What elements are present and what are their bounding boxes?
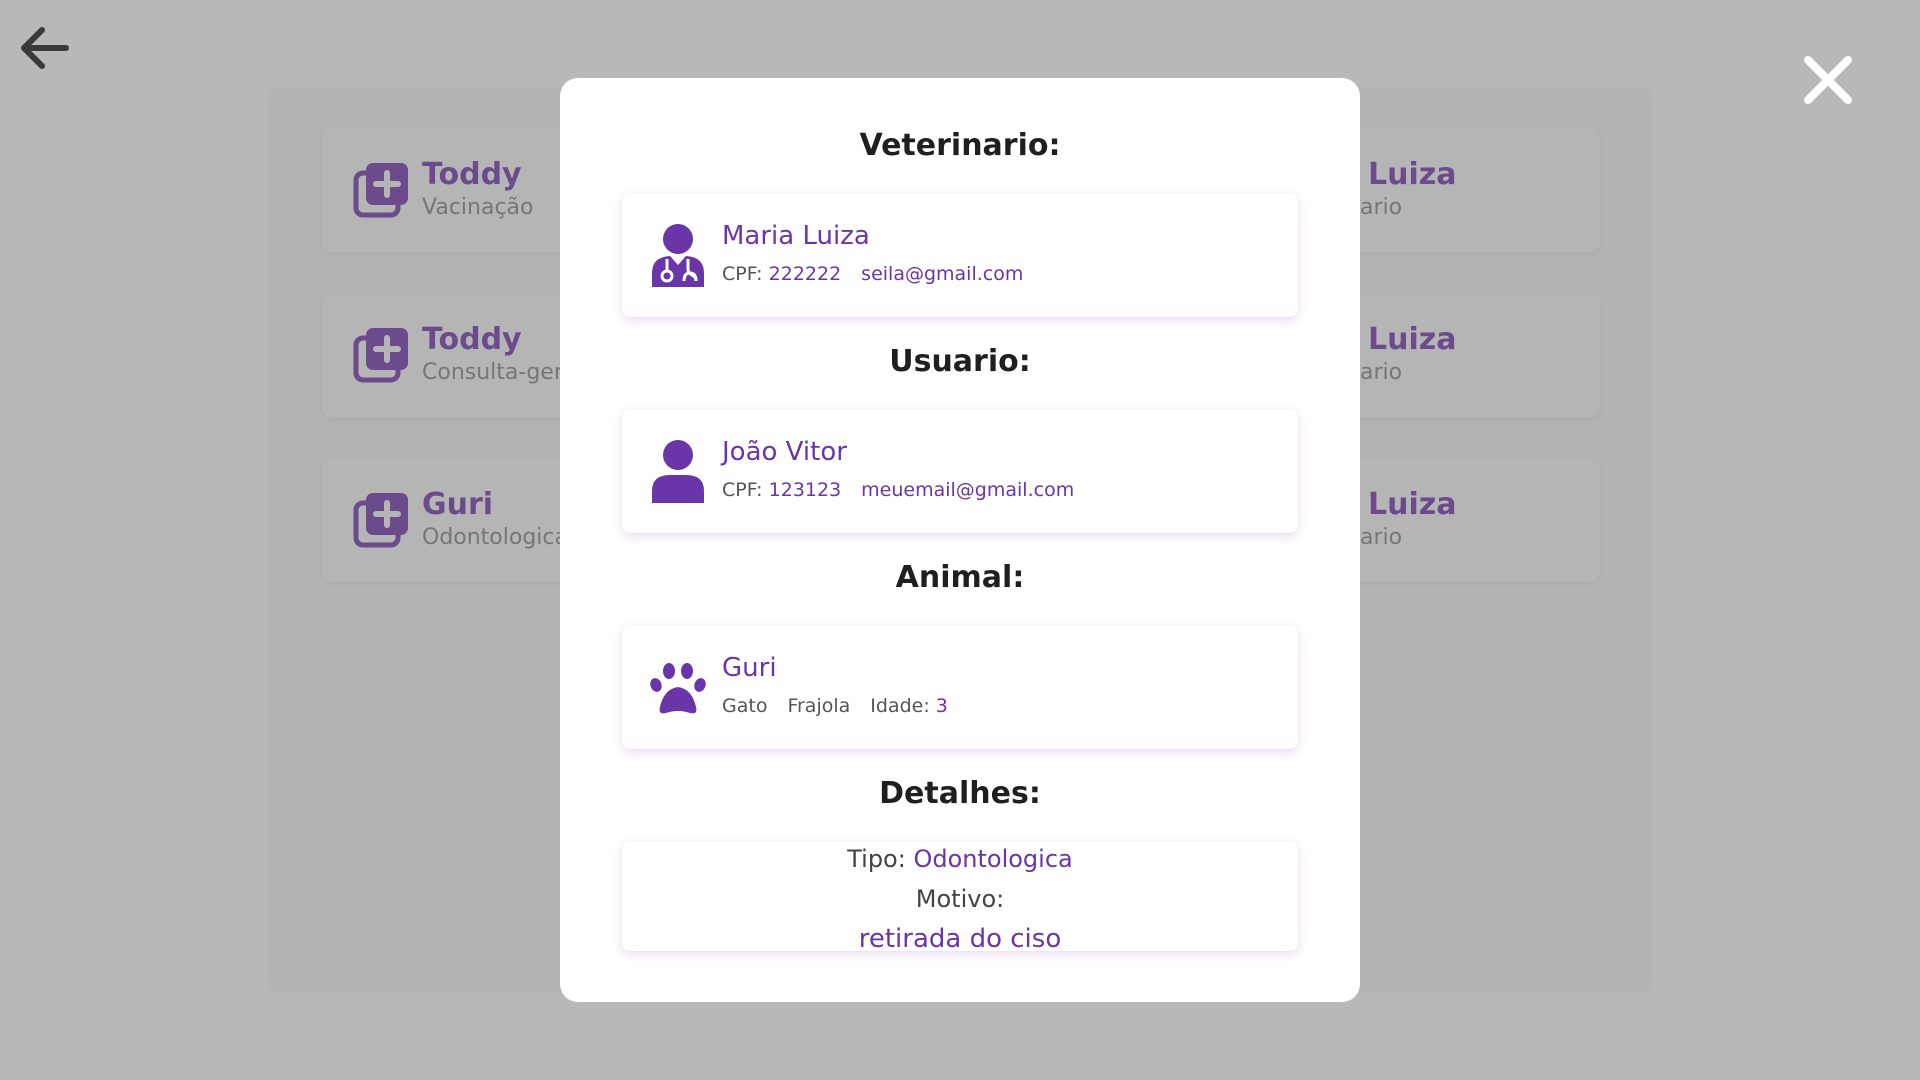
close-icon bbox=[1804, 56, 1852, 104]
medical-plus-icon bbox=[353, 493, 408, 548]
card-name: Luiza bbox=[1368, 487, 1457, 522]
card-name: Luiza bbox=[1368, 322, 1457, 357]
vet-email: seila@gmail.com bbox=[861, 263, 1024, 285]
card-name: Luiza bbox=[1368, 157, 1457, 192]
animal-age-value: 3 bbox=[935, 695, 948, 717]
medical-plus-icon bbox=[353, 328, 408, 383]
close-button[interactable] bbox=[1800, 52, 1856, 108]
user-name: João Vitor bbox=[722, 437, 847, 467]
type-label: Tipo: bbox=[847, 845, 906, 873]
details-heading: Detalhes: bbox=[879, 776, 1041, 811]
card-name: Toddy bbox=[422, 157, 522, 192]
user-card: João Vitor CPF: 123123 meuemail@gmail.co… bbox=[622, 409, 1298, 533]
card-sub: Consulta-geral bbox=[422, 360, 583, 385]
reason-label: Motivo: bbox=[915, 885, 1005, 913]
user-meta: CPF: 123123 meuemail@gmail.com bbox=[722, 479, 1074, 501]
card-name: Guri bbox=[422, 487, 494, 522]
user-cpf: CPF: 123123 bbox=[722, 479, 841, 501]
animal-age: Idade: 3 bbox=[870, 695, 948, 717]
card-sub: Odontologica bbox=[422, 525, 568, 550]
paw-icon bbox=[650, 663, 706, 714]
user-email: meuemail@gmail.com bbox=[861, 479, 1075, 501]
doctor-icon bbox=[652, 224, 704, 287]
appointment-details-modal: Veterinario: Maria Luiza CPF: 222222 sei… bbox=[560, 78, 1360, 1002]
reason-value: retirada do ciso bbox=[858, 924, 1062, 954]
cpf-label: CPF: bbox=[722, 479, 763, 501]
back-button[interactable] bbox=[16, 22, 72, 74]
card-sub: ario bbox=[1360, 360, 1403, 385]
vet-card: Maria Luiza CPF: 222222 seila@gmail.com bbox=[622, 193, 1298, 317]
card-sub: ario bbox=[1360, 195, 1403, 220]
cpf-label: CPF: bbox=[722, 263, 763, 285]
vet-name: Maria Luiza bbox=[722, 221, 870, 251]
details-type: Tipo: Odontologica bbox=[622, 839, 1298, 879]
animal-heading: Animal: bbox=[895, 560, 1025, 595]
medical-plus-icon bbox=[353, 163, 408, 218]
card-sub: ario bbox=[1360, 525, 1403, 550]
animal-species: Gato bbox=[722, 695, 768, 717]
user-cpf-value: 123123 bbox=[768, 479, 842, 501]
animal-meta: Gato Frajola Idade: 3 bbox=[722, 695, 948, 717]
vet-cpf-value: 222222 bbox=[768, 263, 842, 285]
arrow-left-icon bbox=[21, 27, 69, 69]
type-value: Odontologica bbox=[913, 845, 1073, 873]
age-label: Idade: bbox=[870, 695, 930, 717]
animal-breed: Frajola bbox=[787, 695, 851, 717]
user-icon bbox=[652, 440, 704, 503]
details-card: Tipo: Odontologica Motivo: retirada do c… bbox=[622, 839, 1298, 954]
vet-cpf: CPF: 222222 bbox=[722, 263, 841, 285]
vet-heading: Veterinario: bbox=[859, 128, 1061, 163]
user-heading: Usuario: bbox=[889, 344, 1031, 379]
animal-name: Guri bbox=[722, 653, 777, 683]
vet-meta: CPF: 222222 seila@gmail.com bbox=[722, 263, 1023, 285]
card-name: Toddy bbox=[422, 322, 522, 357]
animal-card: Guri Gato Frajola Idade: 3 bbox=[622, 625, 1298, 749]
card-sub: Vacinação bbox=[422, 195, 534, 220]
